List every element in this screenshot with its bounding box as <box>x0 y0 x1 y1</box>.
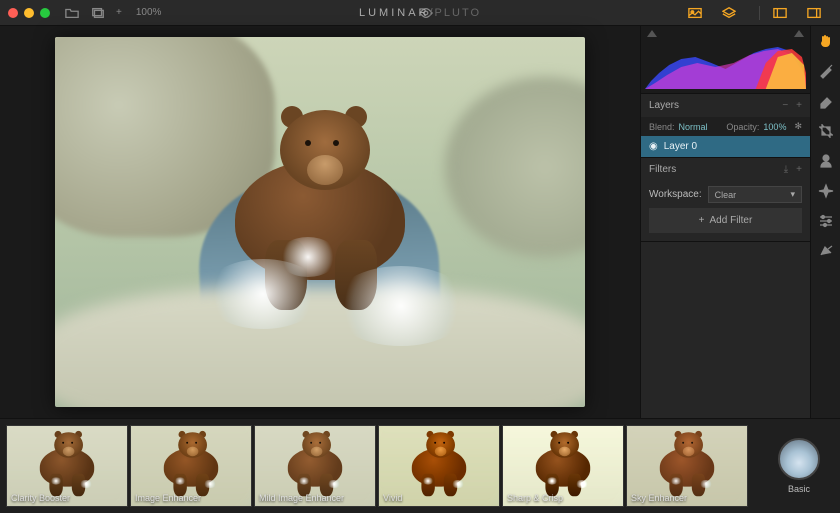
stack-icon[interactable] <box>90 5 106 21</box>
preset-ie[interactable]: Image Enhancer <box>130 425 252 507</box>
add-filter-button[interactable]: + Add Filter <box>649 208 802 233</box>
panel-left-icon[interactable] <box>772 5 788 21</box>
preset-strip: Clarity Booster Image Enhancer Mild Imag… <box>0 418 840 513</box>
preset-label: Clarity Booster <box>11 493 70 503</box>
preset-label: Sharp & Crisp <box>507 493 563 503</box>
workspace-label: Workspace: <box>649 189 702 200</box>
title-main: LUMINAR <box>359 7 430 19</box>
layers-mode-icon[interactable] <box>721 5 737 21</box>
close-window-button[interactable] <box>8 8 18 18</box>
remove-layer-icon[interactable]: − <box>782 100 788 111</box>
zoom-level[interactable]: 100% <box>136 7 162 18</box>
image-mode-icon[interactable] <box>687 5 703 21</box>
clone-tool-icon[interactable] <box>817 152 835 170</box>
brush-tool-icon[interactable] <box>817 62 835 80</box>
window-controls <box>8 8 50 18</box>
chevron-down-icon: ▾ <box>790 189 795 200</box>
main-image[interactable] <box>55 37 585 407</box>
denoise-tool-icon[interactable] <box>817 182 835 200</box>
plus-icon: + <box>699 215 705 226</box>
preset-sky[interactable]: Sky Enhancer <box>626 425 748 507</box>
hand-tool-icon[interactable] <box>817 32 835 50</box>
app-title: LUMINAR/PLUTO <box>359 7 481 19</box>
side-panel: Layers − + Blend: Normal Opacity: 100% ✻… <box>640 26 810 418</box>
save-filters-icon[interactable]: ⤓ <box>784 164 788 175</box>
layer-visibility-icon[interactable]: ◉ <box>649 141 658 152</box>
preset-label: Mild Image Enhancer <box>259 493 344 503</box>
erase-tool-icon[interactable] <box>817 92 835 110</box>
canvas-area <box>0 26 640 418</box>
preset-label: Image Enhancer <box>135 493 201 503</box>
layers-panel: Layers − + Blend: Normal Opacity: 100% ✻… <box>641 94 810 158</box>
filters-panel: Filters ⤓ + Workspace: Clear ▾ + Add Fil… <box>641 158 810 242</box>
top-toolbar: + 100% LUMINAR/PLUTO <box>0 0 840 26</box>
opacity-label: Opacity: <box>726 122 759 132</box>
add-layer-icon[interactable]: + <box>796 100 802 111</box>
adjust-tool-icon[interactable] <box>817 212 835 230</box>
vertical-toolbar <box>810 26 840 418</box>
toolbar-separator <box>759 6 760 20</box>
filters-title: Filters <box>649 164 676 175</box>
opacity-value[interactable]: 100% <box>763 122 786 132</box>
preset-label: Sky Enhancer <box>631 493 687 503</box>
preset-category[interactable]: Basic <box>778 438 820 494</box>
open-file-icon[interactable] <box>64 5 80 21</box>
main-area: Layers − + Blend: Normal Opacity: 100% ✻… <box>0 26 840 418</box>
layer-settings-icon[interactable]: ✻ <box>794 121 802 132</box>
preset-vv[interactable]: Vivid <box>378 425 500 507</box>
preset-sc[interactable]: Sharp & Crisp <box>502 425 624 507</box>
crop-tool-icon[interactable] <box>817 122 835 140</box>
transform-tool-icon[interactable] <box>817 242 835 260</box>
layer-row-0[interactable]: ◉ Layer 0 <box>641 136 810 157</box>
blend-mode[interactable]: Normal <box>679 122 708 132</box>
zoom-plus[interactable]: + <box>116 7 122 18</box>
title-sub: /PLUTO <box>429 7 481 19</box>
preset-mild[interactable]: Mild Image Enhancer <box>254 425 376 507</box>
preset-label: Vivid <box>383 493 402 503</box>
category-label: Basic <box>788 484 810 494</box>
maximize-window-button[interactable] <box>40 8 50 18</box>
layer-name: Layer 0 <box>664 141 697 152</box>
histogram-graph <box>645 43 806 89</box>
panel-right-icon[interactable] <box>806 5 822 21</box>
preset-cb[interactable]: Clarity Booster <box>6 425 128 507</box>
add-filter-label: Add Filter <box>710 215 753 226</box>
layers-title: Layers <box>649 100 679 111</box>
shadow-clip-icon[interactable] <box>647 30 657 37</box>
workspace-value: Clear <box>715 190 737 200</box>
histogram[interactable] <box>641 26 810 94</box>
workspace-select[interactable]: Clear ▾ <box>708 186 802 203</box>
minimize-window-button[interactable] <box>24 8 34 18</box>
blend-label: Blend: <box>649 122 675 132</box>
add-filter-small-icon[interactable]: + <box>796 164 802 175</box>
category-thumbnail <box>778 438 820 480</box>
highlight-clip-icon[interactable] <box>794 30 804 37</box>
